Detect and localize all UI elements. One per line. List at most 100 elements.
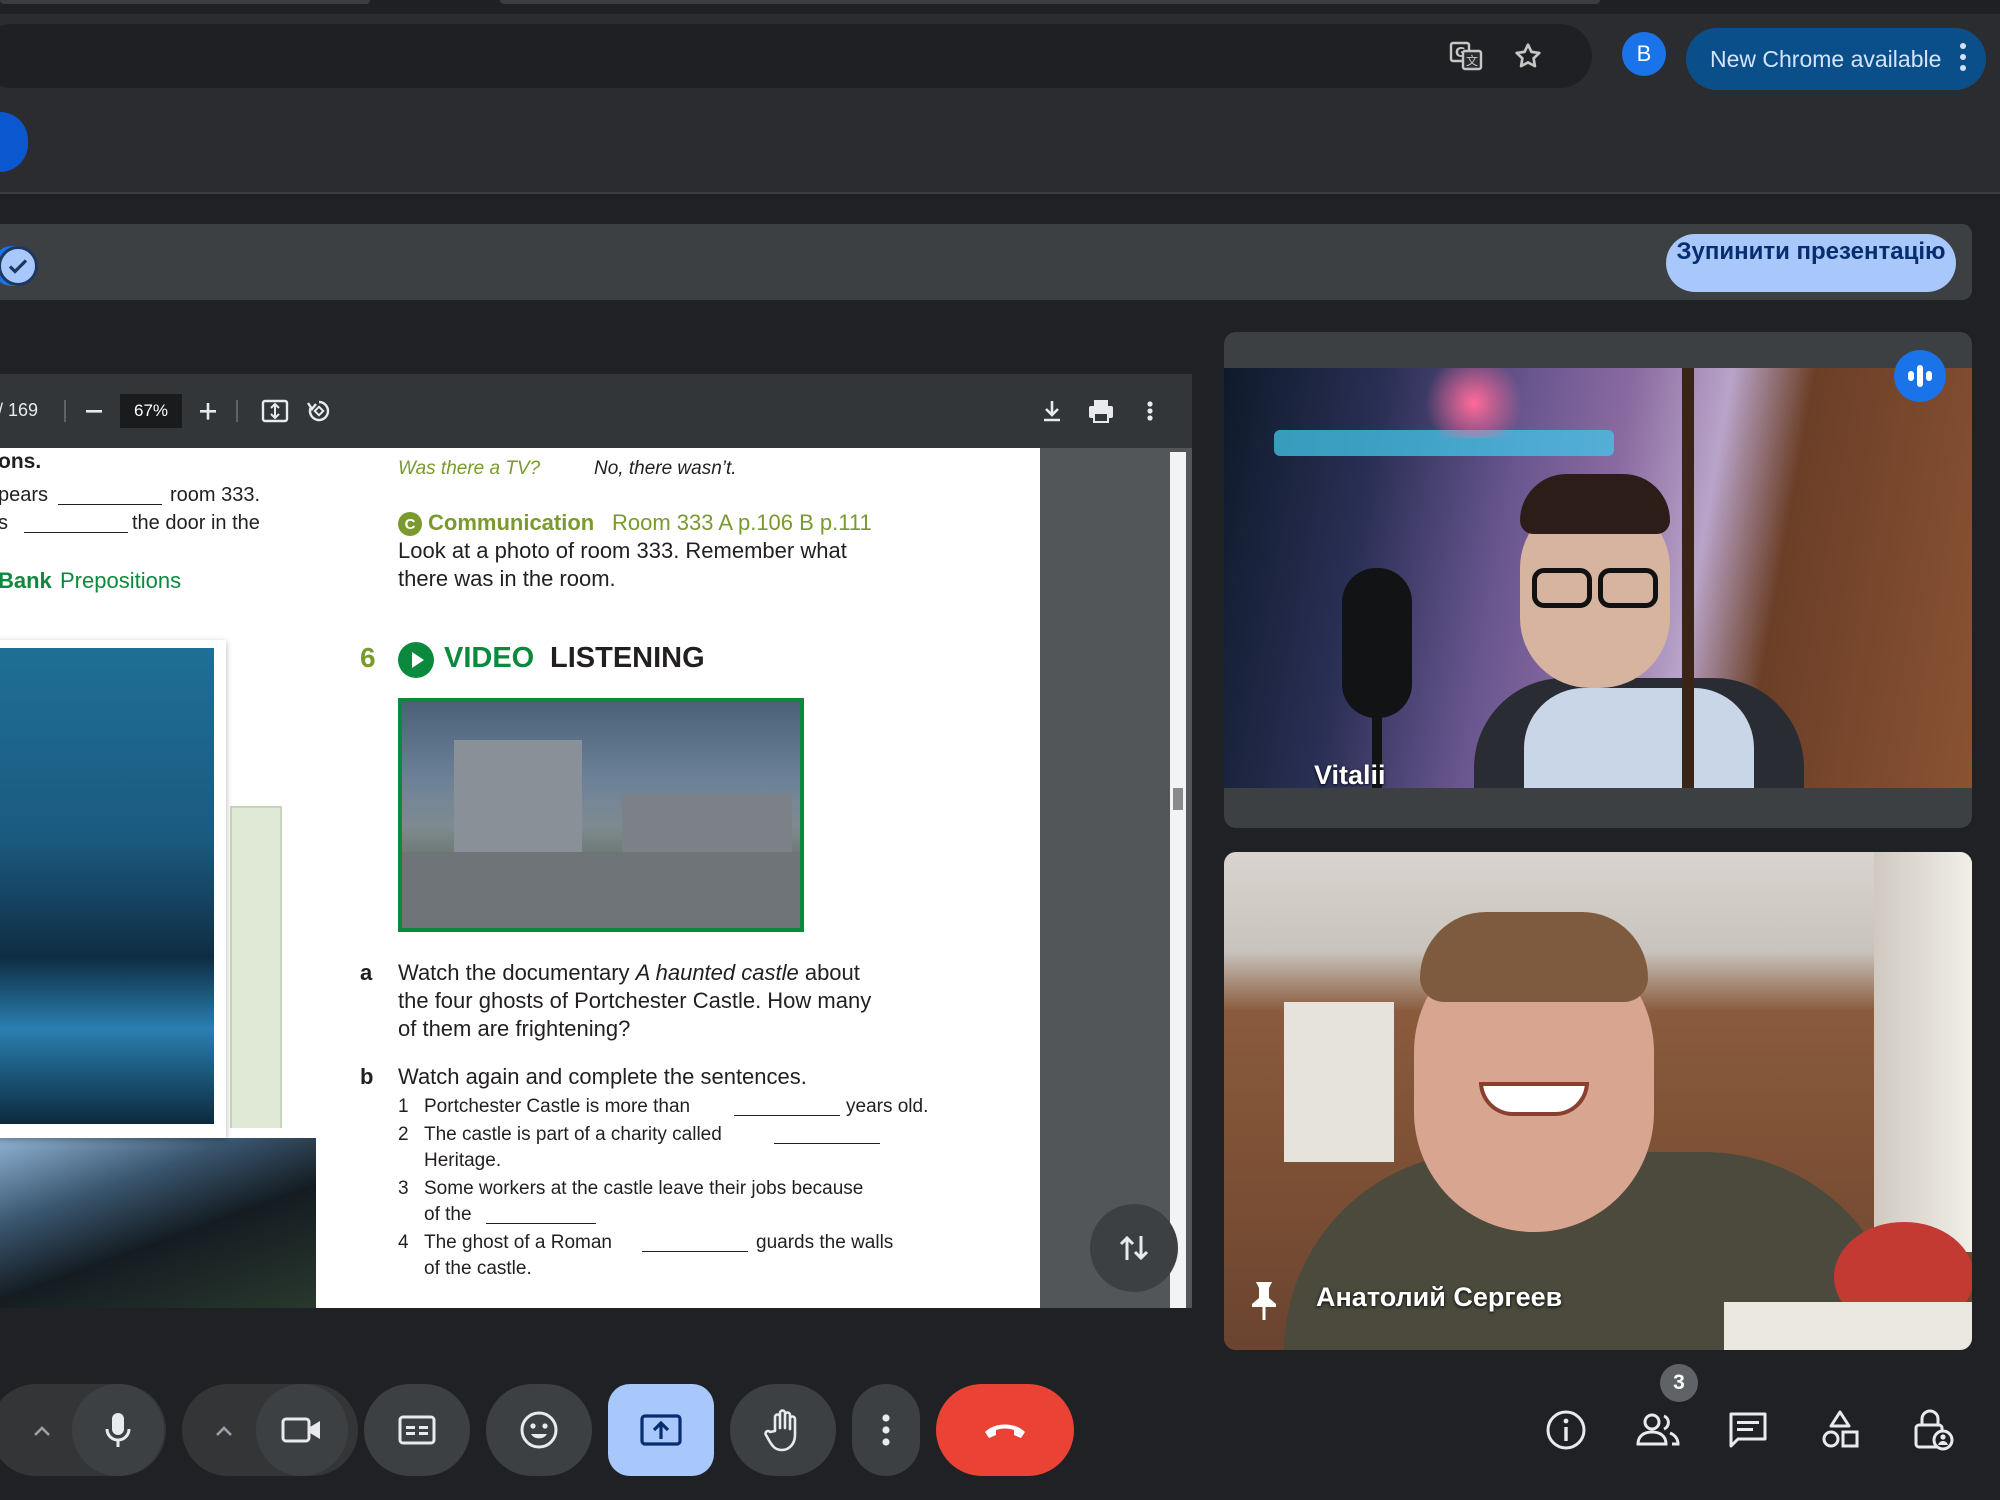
presenting-bar: Зупинити презентацію	[0, 224, 1972, 300]
captions-button[interactable]	[364, 1384, 470, 1476]
paragraph-line: Watch the documentary A haunted castle a…	[398, 960, 860, 986]
meeting-details-button[interactable]	[1528, 1392, 1604, 1468]
scroll-sync-button[interactable]	[1090, 1204, 1178, 1292]
activities-button[interactable]	[1802, 1392, 1878, 1468]
divider	[64, 400, 66, 422]
sentence-text: Heritage.	[424, 1150, 502, 1171]
scrollbar-thumb[interactable]	[1173, 788, 1183, 810]
word-bank-label: Bank	[0, 568, 52, 593]
present-to-all-icon	[640, 1414, 682, 1446]
participant-video	[1224, 368, 1972, 788]
address-bar[interactable]: G文	[0, 24, 1592, 88]
translate-icon[interactable]: G文	[1444, 34, 1488, 78]
castle-wall	[402, 852, 800, 928]
sentence-text: Some workers at the castle leave their j…	[424, 1178, 864, 1199]
tab-strip	[0, 0, 2000, 14]
blank-line	[642, 1251, 748, 1252]
sentence-number: 2	[398, 1124, 409, 1145]
pdf-toolbar: / 169 67%	[0, 374, 1192, 448]
print-icon[interactable]	[1084, 394, 1118, 428]
camera-options-chevron-icon[interactable]	[204, 1414, 244, 1448]
sentence-text: of the	[424, 1204, 472, 1225]
zoom-in-icon[interactable]	[194, 396, 222, 426]
blank-line	[486, 1223, 596, 1224]
more-vert-icon	[882, 1414, 890, 1446]
profile-avatar[interactable]: B	[1622, 32, 1666, 76]
participant-name: Анатолий Сергеев	[1316, 1282, 1563, 1312]
reactions-button[interactable]	[486, 1384, 592, 1476]
pdf-scrollbar[interactable]	[1170, 452, 1186, 1308]
text-fragment: s	[0, 512, 8, 534]
paragraph-line: of them are frightening?	[398, 1016, 631, 1041]
decor-light	[1414, 368, 1534, 438]
mic-options-chevron-icon[interactable]	[22, 1414, 62, 1448]
present-screen-button[interactable]	[608, 1384, 714, 1476]
tab[interactable]	[500, 0, 1600, 4]
hair	[1420, 912, 1648, 1002]
pin-icon[interactable]	[1246, 1278, 1282, 1322]
zoom-level-input[interactable]: 67%	[120, 394, 182, 428]
rotate-icon[interactable]	[302, 394, 336, 428]
glasses	[1532, 568, 1592, 608]
text-run: Watch the documentary	[398, 960, 636, 985]
text-fragment: pears	[0, 484, 49, 506]
new-chrome-available-button[interactable]: New Chrome available	[1686, 28, 1986, 90]
check-icon	[0, 246, 38, 286]
blank-line	[58, 504, 162, 505]
fit-to-page-icon[interactable]	[258, 394, 292, 428]
participant-name: Vitalii	[1314, 760, 1386, 790]
section-number: 6	[360, 642, 376, 673]
communication-title: Communication	[428, 510, 595, 535]
host-controls-button[interactable]	[1894, 1392, 1970, 1468]
sentence-text: The ghost of a Roman	[424, 1232, 612, 1253]
emoji-icon	[520, 1411, 558, 1449]
photo-frame	[0, 640, 226, 1138]
paper	[1724, 1302, 1972, 1350]
zoom-out-icon[interactable]	[80, 396, 108, 426]
shirt	[1524, 688, 1754, 788]
microphone	[1342, 568, 1412, 718]
chat-button[interactable]	[1710, 1392, 1786, 1468]
bookmark-star-icon[interactable]	[1506, 34, 1550, 78]
paragraph-line: Look at a photo of room 333. Remember wh…	[398, 538, 847, 563]
participant-tile[interactable]: Анатолий Сергеев	[1224, 852, 1972, 1350]
call-end-icon	[985, 1424, 1025, 1438]
raise-hand-button[interactable]	[730, 1384, 836, 1476]
window	[1284, 1002, 1394, 1162]
task-letter: a	[360, 960, 373, 985]
speaking-indicator	[1894, 350, 1946, 402]
task-letter: b	[360, 1064, 374, 1089]
closed-captions-icon	[398, 1415, 436, 1445]
download-icon[interactable]	[1036, 394, 1068, 428]
text-fragment: room 333.	[170, 484, 261, 506]
section-title-video: VIDEO	[444, 642, 535, 674]
more-options-button[interactable]	[852, 1384, 920, 1476]
people-button[interactable]	[1620, 1392, 1696, 1468]
camera-button[interactable]	[256, 1384, 348, 1476]
stop-presenting-button[interactable]: Зупинити презентацію	[1666, 234, 1956, 292]
svg-text:文: 文	[1466, 53, 1478, 68]
sentence-text: guards the walls	[756, 1232, 894, 1253]
swap-vert-icon	[1119, 1235, 1149, 1261]
text-fragment: the door in the	[132, 512, 260, 534]
leave-call-button[interactable]	[936, 1384, 1074, 1476]
hand-icon	[764, 1409, 797, 1452]
blank-line	[24, 532, 128, 533]
more-vert-icon[interactable]	[1138, 394, 1162, 428]
chat-icon	[1729, 1412, 1767, 1448]
blank-line	[774, 1143, 880, 1144]
extension-button[interactable]	[0, 112, 28, 172]
pdf-page: ons. pears room 333. s the door in the B…	[0, 448, 1040, 1308]
play-icon	[398, 642, 434, 678]
mic-icon	[105, 1413, 131, 1447]
microphone-button[interactable]	[72, 1384, 164, 1476]
participant-tile[interactable]: Vitalii	[1224, 332, 1972, 828]
tab[interactable]	[0, 0, 370, 4]
photo-frame	[0, 1128, 328, 1308]
paragraph-line: there was in the room.	[398, 566, 616, 591]
presenting-toggle[interactable]	[0, 246, 38, 286]
new-chrome-label: New Chrome available	[1710, 45, 1942, 72]
divider	[236, 400, 238, 422]
film-title: A haunted castle	[635, 960, 799, 985]
example-answer: No, there wasn’t.	[594, 458, 737, 479]
